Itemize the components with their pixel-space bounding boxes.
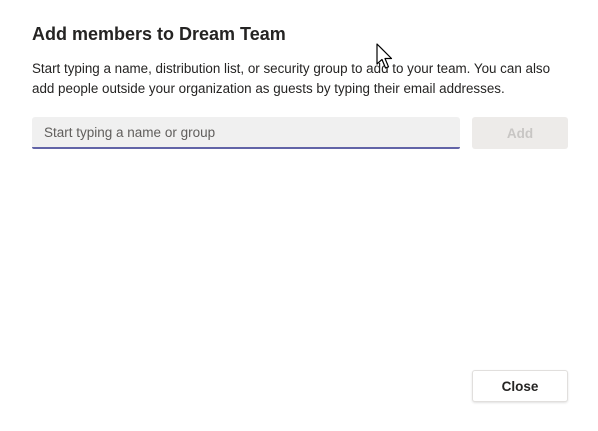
- member-search-input[interactable]: [32, 117, 460, 149]
- add-button[interactable]: Add: [472, 117, 568, 149]
- dialog-description: Start typing a name, distribution list, …: [32, 61, 551, 96]
- dialog-title: Add members to Dream Team: [32, 24, 286, 44]
- close-button[interactable]: Close: [472, 370, 568, 402]
- add-members-dialog: Add members to Dream Team Start typing a…: [0, 0, 598, 431]
